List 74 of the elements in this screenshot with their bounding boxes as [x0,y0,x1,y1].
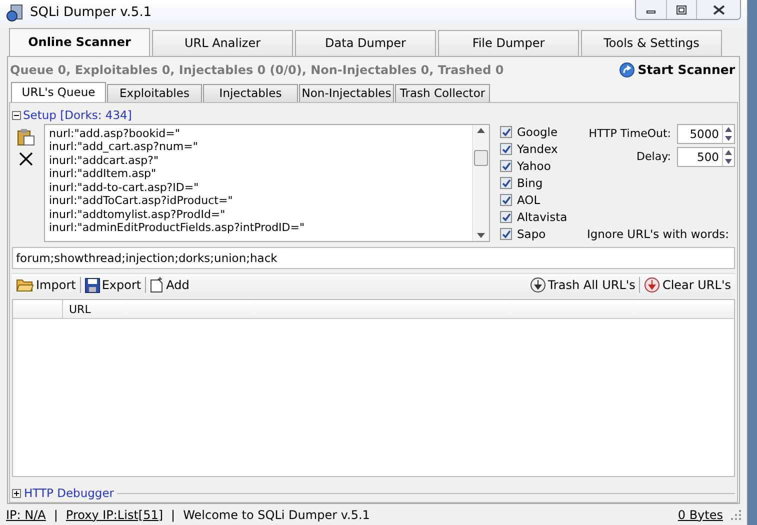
checkbox[interactable] [500,194,512,206]
proxy-link[interactable]: Proxy IP:List[51] [66,506,164,524]
new-file-icon [150,277,164,294]
engine-label: Bing [517,174,543,192]
dork-line: inurl:"add_cart.asp?num=" [49,140,199,154]
minimize-button[interactable] [636,0,666,19]
app-icon [6,4,24,22]
maximize-button[interactable] [666,0,696,19]
checkbox[interactable] [500,160,512,172]
timeout-spinner[interactable]: 5000 [677,124,735,144]
scroll-down-icon[interactable] [477,232,485,238]
tab[interactable]: Trash Collector [395,84,490,102]
close-button[interactable] [696,0,740,19]
dork-line: nurl:"add.asp?bookid=" [49,126,181,140]
save-icon [84,278,100,293]
bytes-link[interactable]: 0 Bytes [678,506,723,524]
separator: | [171,506,176,524]
engine-label: AOL [517,192,540,209]
tab[interactable]: Non-Injectables [299,84,394,102]
dork-line: inurl:"addcart.asp?" [49,154,160,168]
tab[interactable]: URL's Queue [11,82,106,102]
tab[interactable]: Exploitables [107,84,202,102]
collapse-icon[interactable] [12,110,21,120]
tab[interactable]: Data Dumper [295,30,436,56]
scroll-thumb[interactable] [474,150,488,166]
checkbox[interactable] [500,228,512,240]
engine-label: Altavista [517,208,568,226]
dork-line: inurl:"adminEditProductFields.asp?intProdID=" [49,221,306,235]
checkbox[interactable] [500,126,512,138]
ignore-words-field[interactable]: forum;showthread;injection;dorks;union;hack [12,246,735,269]
tab[interactable]: Injectables [203,84,298,102]
group-title: HTTP Debugger [24,484,114,502]
checkbox[interactable] [500,211,512,224]
checkbox[interactable] [500,177,512,190]
maximize-icon [676,4,687,14]
dork-line: inurl:"addToCart.asp?idProduct=" [49,194,234,208]
toolbar-button[interactable]: Add [146,276,194,294]
expand-icon[interactable] [12,489,21,498]
resize-grip-icon[interactable] [731,510,741,520]
delay-spinner[interactable]: 500 [677,146,735,167]
group-title: Setup [Dorks: 434] [23,106,132,124]
engine-label: Yandex [517,140,558,158]
status-message: Welcome to SQLi Dumper v.5.1 [183,506,370,524]
delete-icon[interactable] [19,152,33,166]
folder-icon [16,277,34,294]
tab[interactable]: File Dumper [438,30,579,56]
close-icon [712,4,724,14]
engine-label: Sapo [517,226,546,243]
engine-label: Google [517,124,558,141]
tab[interactable]: Online Scanner [9,28,150,56]
separator: | [54,506,58,524]
toolbar-button[interactable]: Trash All URL's [526,276,640,294]
toolbar-button[interactable]: Clear URL's [640,276,735,294]
window-title: SQLi Dumper v.5.1 [30,4,152,22]
ip-link[interactable]: IP: N/A [6,506,46,524]
dork-line: inurl:"addItem.asp" [49,167,158,181]
checkbox[interactable] [500,143,512,156]
scroll-up-icon[interactable] [477,128,485,133]
toolbar-button[interactable]: Export [80,276,146,294]
tab[interactable]: Tools & Settings [581,30,722,56]
ignore-label: Ignore URL's with words: [586,226,730,243]
delay-label: Delay: [636,148,671,165]
scrollbar[interactable] [472,124,489,241]
start-scanner-button[interactable]: Start Scanner [616,60,737,80]
dork-line: inurl:"addtomylist.asp?ProdId=" [49,208,226,222]
timeout-label: HTTP TimeOut: [588,126,671,142]
toolbar-button[interactable]: Import [12,276,80,294]
paste-icon[interactable] [17,128,35,146]
summary-text: Queue 0, Exploitables 0, Injectables 0 (0/0), Non-Injectables 0, Trashed 0 [10,62,504,80]
tab[interactable]: URL Analizer [152,30,293,56]
dorks-textarea[interactable] [44,124,490,242]
column-header[interactable]: URL [63,300,91,318]
dork-line: inurl:"add-to-cart.asp?ID=" [49,180,200,194]
engine-label: Yahoo [517,158,551,175]
